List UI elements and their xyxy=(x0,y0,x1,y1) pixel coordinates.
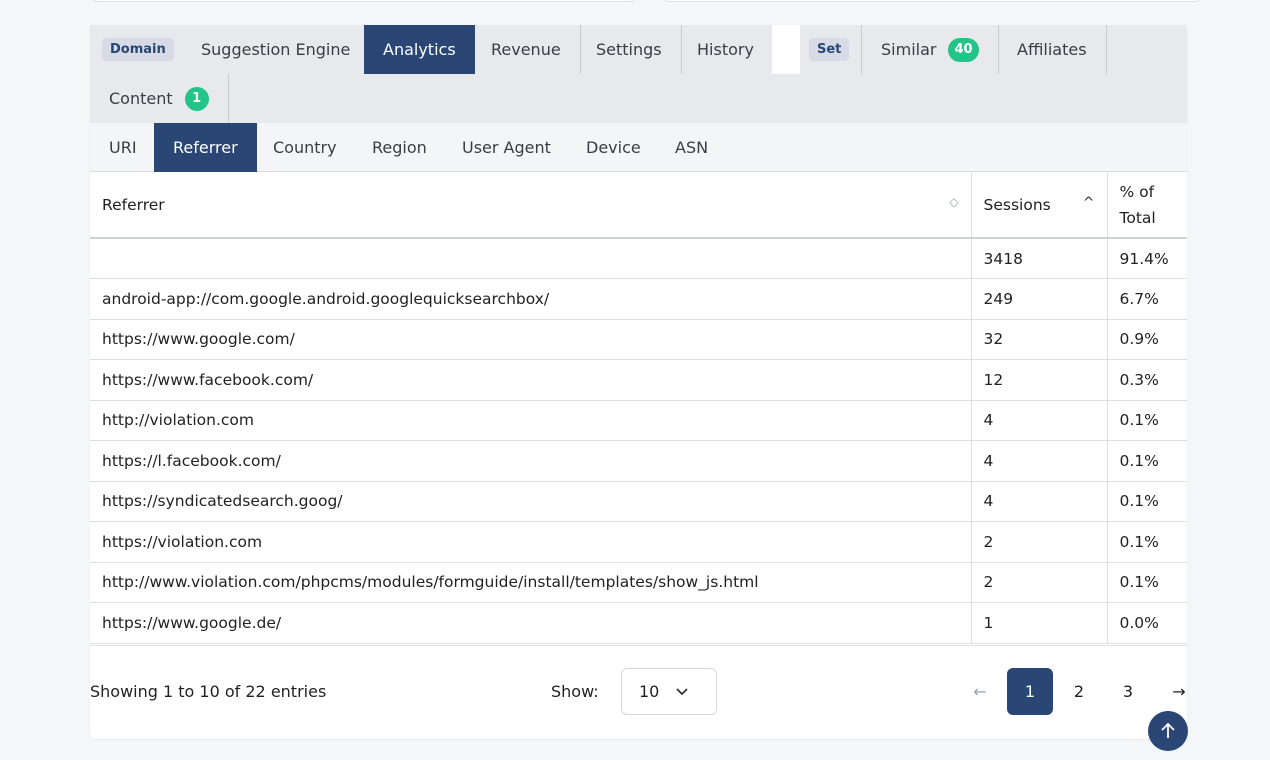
referrer-cell: https://www.facebook.com/ xyxy=(90,359,971,401)
header-label: Referrer xyxy=(102,195,165,214)
table-row: http://www.violation.com/phpcms/modules/… xyxy=(90,562,1187,603)
sessions-cell: 2 xyxy=(970,521,1107,563)
referrer-cell: https://www.google.de/ xyxy=(90,602,971,644)
sessions-cell: 4 xyxy=(970,481,1107,522)
pct-column-header[interactable]: % of Total xyxy=(1106,172,1187,239)
referrer-cell xyxy=(90,238,971,279)
referrer-cell: android-app://com.google.android.googleq… xyxy=(90,278,971,320)
header-label: % of xyxy=(1119,182,1155,201)
table-row: http://violation.com 4 0.1% xyxy=(90,400,1187,441)
tab-label: Similar xyxy=(881,40,937,59)
referrer-cell: http://violation.com xyxy=(90,400,971,441)
subtab-region[interactable]: Region xyxy=(353,123,446,172)
tab-settings[interactable]: Settings xyxy=(577,25,682,74)
pct-cell: 0.1% xyxy=(1106,562,1187,603)
header-label: Sessions xyxy=(983,195,1051,214)
similar-count-badge: 40 xyxy=(948,37,979,62)
tab-gap xyxy=(772,25,800,74)
page-3-button[interactable]: 3 xyxy=(1105,668,1151,715)
page-1-button[interactable]: 1 xyxy=(1007,668,1053,715)
tab-label: Settings xyxy=(596,40,662,59)
top-input-left[interactable] xyxy=(90,0,637,2)
tab-set-group: Set xyxy=(800,25,863,74)
subtab-user-agent[interactable]: User Agent xyxy=(443,123,570,172)
content-count-badge: 1 xyxy=(184,86,209,111)
table-row: https://syndicatedsearch.goog/4 0.1% xyxy=(90,481,1187,522)
pct-cell: 0.9% xyxy=(1106,319,1187,360)
analytics-subtabs: URI Referrer Country Region User Agent D… xyxy=(90,123,1187,172)
pct-cell: 0.1% xyxy=(1106,521,1187,563)
subtab-country[interactable]: Country xyxy=(254,123,356,172)
table-row: 3418 91.4% xyxy=(90,238,1187,279)
sessions-cell: 3418 xyxy=(970,238,1107,279)
sort-ascending-icon: ^ xyxy=(1082,194,1095,211)
tab-revenue[interactable]: Revenue xyxy=(472,25,581,74)
sort-both-icon: ◇ xyxy=(949,194,959,209)
entries-info: Showing 1 to 10 of 22 entries xyxy=(90,682,327,701)
table-row: https://l.facebook.com/4 0.1% xyxy=(90,440,1187,482)
table-row: https://www.google.com/32 0.9% xyxy=(90,319,1187,360)
tab-label: Analytics xyxy=(383,40,456,59)
referrer-cell: http://www.violation.com/phpcms/modules/… xyxy=(90,562,971,603)
page-size-value: 10 xyxy=(639,682,660,701)
table-row: https://www.facebook.com/12 0.3% xyxy=(90,359,1187,401)
sessions-cell: 2 xyxy=(970,562,1107,603)
table-row: https://www.google.de/1 0.0% xyxy=(90,602,1187,644)
set-pill: Set xyxy=(809,38,850,61)
tab-label: Revenue xyxy=(491,40,561,59)
page-2-button[interactable]: 2 xyxy=(1056,668,1102,715)
pct-cell: 0.3% xyxy=(1106,359,1187,401)
pct-cell: 0.1% xyxy=(1106,481,1187,522)
table-row: https://violation.com 2 0.1% xyxy=(90,521,1187,563)
sessions-cell: 4 xyxy=(970,400,1107,441)
tab-label: History xyxy=(697,40,754,59)
analytics-panel: Domain Suggestion Engine Analytics Reven… xyxy=(90,25,1187,739)
pct-cell: 6.7% xyxy=(1106,278,1187,320)
pct-cell: 0.1% xyxy=(1106,440,1187,482)
sessions-cell: 12 xyxy=(970,359,1107,401)
tab-domain-group: Domain xyxy=(90,25,186,74)
scroll-to-top-button[interactable] xyxy=(1148,711,1188,751)
tab-label: Suggestion Engine xyxy=(201,40,351,59)
next-page-button[interactable]: → xyxy=(1156,668,1187,715)
page-size-label: Show: xyxy=(551,682,599,701)
prev-page-button[interactable]: ← xyxy=(957,668,1003,715)
subtab-referrer[interactable]: Referrer xyxy=(154,123,257,172)
domain-pill: Domain xyxy=(102,38,174,61)
arrow-up-icon xyxy=(1161,722,1175,738)
subtab-device[interactable]: Device xyxy=(567,123,660,172)
subtab-uri[interactable]: URI xyxy=(90,123,156,172)
tab-analytics[interactable]: Analytics xyxy=(364,25,475,74)
sessions-cell: 4 xyxy=(970,440,1107,482)
sessions-cell: 32 xyxy=(970,319,1107,360)
table-row: android-app://com.google.android.googleq… xyxy=(90,278,1187,320)
pct-cell: 91.4% xyxy=(1106,238,1187,279)
referrer-cell: https://syndicatedsearch.goog/ xyxy=(90,481,971,522)
page-size-select[interactable]: 10 xyxy=(621,668,717,715)
tab-similar[interactable]: Similar 40 xyxy=(862,25,999,74)
referrer-cell: https://www.google.com/ xyxy=(90,319,971,360)
tab-suggestion-engine[interactable]: Suggestion Engine xyxy=(182,25,371,74)
tab-history[interactable]: History xyxy=(678,25,773,74)
referrer-cell: https://l.facebook.com/ xyxy=(90,440,971,482)
top-input-right[interactable] xyxy=(662,0,1202,2)
referrer-cell: https://violation.com xyxy=(90,521,971,563)
header-label: Total xyxy=(1119,208,1156,227)
main-tabbar: Domain Suggestion Engine Analytics Reven… xyxy=(90,25,1187,123)
subtab-asn[interactable]: ASN xyxy=(656,123,727,172)
tab-content[interactable]: Content 1 xyxy=(90,74,229,123)
chevron-down-icon xyxy=(676,688,688,696)
tab-label: Affiliates xyxy=(1017,40,1087,59)
pct-cell: 0.1% xyxy=(1106,400,1187,441)
tab-affiliates[interactable]: Affiliates xyxy=(998,25,1107,74)
referrer-table: Referrer ◇ Sessions ^ % of Total 3418 91.… xyxy=(90,172,1187,644)
sessions-cell: 1 xyxy=(970,602,1107,644)
sessions-cell: 249 xyxy=(970,278,1107,320)
pct-cell: 0.0% xyxy=(1106,602,1187,644)
sessions-column-header[interactable]: Sessions ^ xyxy=(970,172,1107,239)
referrer-column-header[interactable]: Referrer ◇ xyxy=(90,172,971,239)
tab-label: Content xyxy=(109,89,173,108)
